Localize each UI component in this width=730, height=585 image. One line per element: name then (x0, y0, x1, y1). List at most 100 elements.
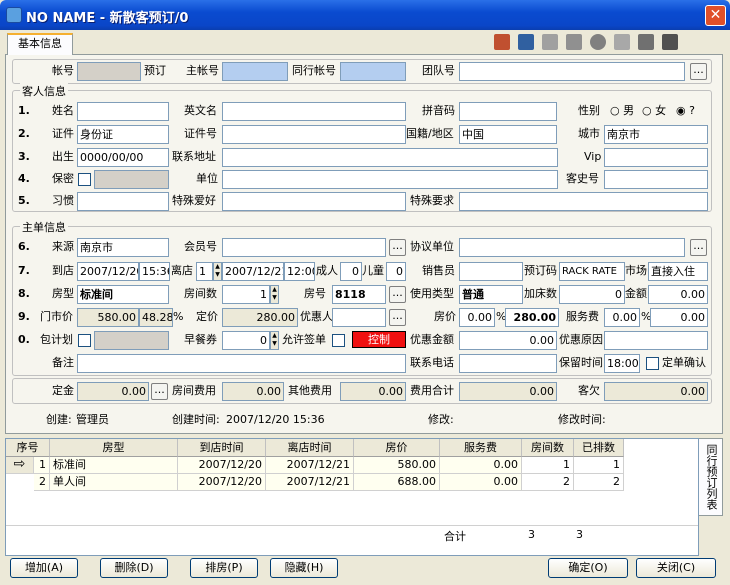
main-acct-field[interactable] (222, 62, 288, 81)
delete-button[interactable]: 删除(D) (100, 558, 168, 578)
team-lookup-button[interactable]: ... (690, 63, 707, 80)
rooms-spinner[interactable]: ▲ ▼ (270, 285, 279, 304)
breakfast-spinner[interactable]: ▲ ▼ (270, 331, 279, 350)
service-fee-pct-field[interactable]: 0.00 (604, 308, 640, 327)
market-field[interactable]: 直接入住 (648, 262, 708, 281)
hide-button[interactable]: 隐藏(H) (270, 558, 338, 578)
arrive-date-field[interactable]: 2007/12/20 (77, 262, 139, 281)
agreement-field[interactable] (459, 238, 685, 257)
promoter-lookup-button[interactable]: ... (389, 309, 406, 326)
ok-button[interactable]: 确定(O) (548, 558, 628, 578)
address-field[interactable] (222, 148, 558, 167)
column-header[interactable]: 序号 (6, 439, 50, 457)
arrive-time-field[interactable]: 15:36 (139, 262, 170, 281)
arrange-room-button[interactable]: 排房(P) (190, 558, 258, 578)
tab-basic-info[interactable]: 基本信息 (7, 33, 73, 55)
total-total-rooms: 3 (528, 528, 535, 541)
child-field[interactable]: 0 (386, 262, 406, 281)
card-icon[interactable] (542, 34, 558, 50)
name-field[interactable] (77, 102, 169, 121)
close-dialog-button[interactable]: 关闭(C) (636, 558, 716, 578)
team-field[interactable] (459, 62, 685, 81)
roomtype-field[interactable]: 标准间 (77, 285, 169, 304)
row-num: 8. (18, 287, 30, 300)
house-icon[interactable] (494, 34, 510, 50)
cert-type-field[interactable]: 身份证 (77, 125, 169, 144)
rooms-field[interactable]: 1 (222, 285, 270, 304)
row-num: 4. (18, 172, 30, 185)
package-field (94, 331, 169, 350)
source-field[interactable]: 南京市 (77, 238, 169, 257)
rooms-label: 房间数 (184, 287, 217, 300)
secret-checkbox[interactable] (78, 173, 91, 186)
deposit-lookup-button[interactable]: ... (151, 383, 168, 400)
add-button[interactable]: 增加(A) (10, 558, 78, 578)
gender-unknown-radio[interactable]: ◉ ? (676, 102, 695, 120)
unit-field[interactable] (222, 170, 558, 189)
discount-reason-field[interactable] (604, 331, 708, 350)
vip-field[interactable] (604, 148, 708, 167)
sales-field[interactable] (459, 262, 523, 281)
column-header[interactable]: 服务费 (440, 439, 522, 457)
amount-field[interactable]: 0.00 (648, 285, 708, 304)
nights-field[interactable]: 1 (196, 262, 213, 281)
edit-icon[interactable] (614, 34, 630, 50)
en-name-field[interactable] (222, 102, 406, 121)
column-header[interactable]: 已排数 (574, 439, 624, 457)
nights-spinner[interactable]: ▲ ▼ (213, 262, 222, 281)
city-field[interactable]: 南京市 (604, 125, 708, 144)
agreement-lookup-button[interactable]: ... (690, 239, 707, 256)
booking-table[interactable]: 序号 房型 到店时间 离店时间 房价 服务费 房间数 已排数 ⇨ 1 标准间 2007/12/20 20… (5, 438, 699, 556)
printer-icon[interactable] (662, 34, 678, 50)
hobby-field[interactable] (222, 192, 406, 211)
nation-field[interactable]: 中国 (459, 125, 557, 144)
member-lookup-button[interactable]: ... (389, 239, 406, 256)
cert-no-field[interactable] (222, 125, 406, 144)
room-price-pct-field[interactable]: 0.00 (459, 308, 495, 327)
gender-female-radio[interactable]: ○ 女 (642, 102, 666, 120)
door-icon[interactable] (638, 34, 654, 50)
roomno-lookup-button[interactable]: ... (389, 286, 406, 303)
table-cell: 2007/12/21 (266, 474, 354, 491)
peer-acct-field[interactable] (340, 62, 406, 81)
member-field[interactable] (222, 238, 386, 257)
row-num: 2. (18, 127, 30, 140)
main-acct-label: 主帐号 (186, 64, 219, 77)
column-header[interactable]: 离店时间 (266, 439, 354, 457)
promoter-field[interactable] (332, 308, 386, 327)
usetype-field[interactable]: 普通 (459, 285, 523, 304)
leave-date-field[interactable]: 2007/12/21 (222, 262, 284, 281)
room-price-field[interactable]: 280.00 (505, 308, 559, 327)
special-req-field[interactable] (459, 192, 708, 211)
breakfast-field[interactable]: 0 (222, 331, 270, 350)
package-checkbox[interactable] (78, 334, 91, 347)
discount-amount-field[interactable]: 0.00 (459, 331, 557, 350)
circle-icon[interactable] (590, 34, 606, 50)
column-header[interactable]: 房型 (50, 439, 178, 457)
remark-field[interactable] (77, 354, 406, 373)
confirm-checkbox[interactable] (646, 357, 659, 370)
table-icon[interactable] (518, 34, 534, 50)
gender-male-radio[interactable]: ○ 男 (610, 102, 634, 120)
allow-sign-checkbox[interactable] (332, 334, 345, 347)
history-field[interactable] (604, 170, 708, 189)
column-header[interactable]: 房价 (354, 439, 440, 457)
habit-field[interactable] (77, 192, 169, 211)
roomno-field[interactable]: 8118 (332, 285, 386, 304)
service-fee-amount-field[interactable]: 0.00 (650, 308, 708, 327)
birth-field[interactable]: 0000/00/00 (77, 148, 169, 167)
column-header[interactable]: 到店时间 (178, 439, 266, 457)
control-button[interactable]: 控制 (352, 331, 406, 348)
deposit-label: 定金 (52, 384, 74, 397)
tab-peer-booking-list[interactable]: 同行预订列表 (699, 438, 723, 516)
adult-field[interactable]: 0 (340, 262, 362, 281)
leave-time-field[interactable]: 12:00 (284, 262, 315, 281)
rescode-field[interactable]: RACK RATE (559, 262, 625, 281)
pinyin-field[interactable] (459, 102, 557, 121)
keep-time-field[interactable]: 18:00 (604, 354, 640, 373)
close-button[interactable]: ✕ (705, 5, 726, 26)
chart-icon[interactable] (566, 34, 582, 50)
phone-field[interactable] (459, 354, 557, 373)
extra-bed-field[interactable]: 0 (559, 285, 625, 304)
column-header[interactable]: 房间数 (522, 439, 574, 457)
